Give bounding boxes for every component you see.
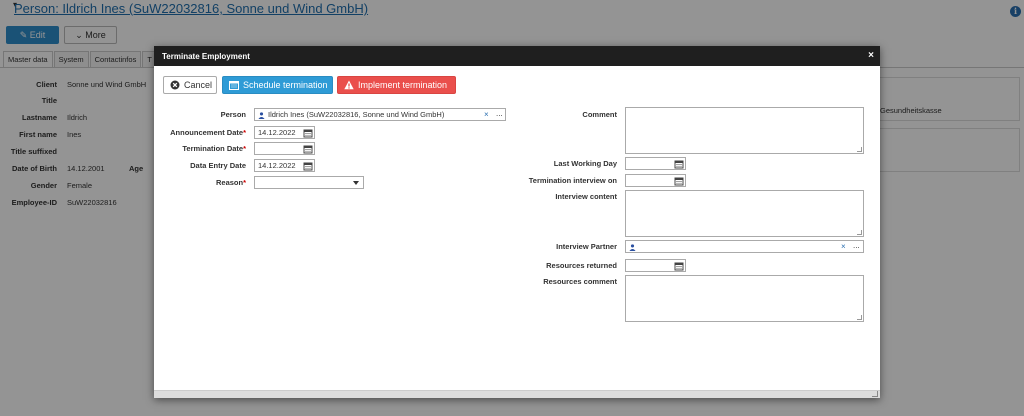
dialog-footer [154,390,880,398]
resources-comment-label: Resources comment [543,277,617,286]
interview-partner-field[interactable]: × ... [625,240,864,253]
cancel-circle-icon [170,80,180,90]
calendar-icon[interactable] [303,128,313,138]
reason-label: Reason* [154,178,246,187]
calendar-icon [229,81,239,90]
interview-content-label: Interview content [555,192,617,201]
calendar-icon[interactable] [303,144,313,154]
data-entry-date-input[interactable]: 14.12.2022 [254,159,315,172]
dialog-header[interactable]: Terminate Employment × [154,46,880,66]
comment-textarea[interactable] [625,107,864,154]
resize-grip-icon[interactable] [872,391,878,397]
schedule-termination-button[interactable]: Schedule termination [222,76,333,94]
interview-content-textarea[interactable] [625,190,864,237]
termination-interview-label: Termination interview on [528,176,617,185]
calendar-icon[interactable] [674,159,684,169]
announcement-date-label-text: Announcement Date [170,128,244,137]
interview-partner-label: Interview Partner [556,242,617,251]
resources-returned-label: Resources returned [546,261,617,270]
calendar-icon[interactable] [303,161,313,171]
termination-interview-input[interactable] [625,174,686,187]
last-working-day-input[interactable] [625,157,686,170]
person-icon [629,243,636,251]
resize-handle-icon[interactable] [857,147,862,152]
warning-icon [344,80,354,90]
cancel-button[interactable]: Cancel [163,76,217,94]
required-marker: * [243,178,246,187]
terminate-employment-dialog: Terminate Employment × Cancel Schedule t… [154,46,880,398]
schedule-termination-label: Schedule termination [243,80,328,90]
chevron-down-icon [353,181,359,185]
calendar-icon[interactable] [674,261,684,271]
person-label: Person [220,110,246,119]
required-marker: * [243,128,246,137]
dialog-title: Terminate Employment [162,52,250,61]
reason-select[interactable] [254,176,364,189]
implement-termination-button[interactable]: Implement termination [337,76,456,94]
announcement-date-input[interactable]: 14.12.2022 [254,126,315,139]
termination-date-input[interactable] [254,142,315,155]
termination-date-label-text: Termination Date [182,144,244,153]
data-entry-date-label: Data Entry Date [190,161,246,170]
cancel-button-label: Cancel [184,80,213,90]
reason-label-text: Reason [215,178,244,187]
announcement-date-value: 14.12.2022 [258,128,296,137]
data-entry-date-value: 14.12.2022 [258,161,296,170]
clear-partner-icon[interactable]: × [841,241,846,252]
resources-returned-input[interactable] [625,259,686,272]
partner-lookup-icon[interactable]: ... [853,240,860,251]
clear-person-icon[interactable]: × [484,109,489,120]
implement-termination-label: Implement termination [358,80,448,90]
announcement-date-label: Announcement Date* [154,128,246,137]
close-icon[interactable]: × [868,50,874,61]
resize-handle-icon[interactable] [857,230,862,235]
calendar-icon[interactable] [674,176,684,186]
termination-date-label: Termination Date* [154,144,246,153]
person-icon [258,111,265,119]
resize-handle-icon[interactable] [857,315,862,320]
resources-comment-textarea[interactable] [625,275,864,322]
required-marker: * [243,144,246,153]
person-value: Ildrich Ines (SuW22032816, Sonne und Win… [268,110,445,119]
last-working-day-label: Last Working Day [553,159,617,168]
comment-label: Comment [582,110,617,119]
person-field[interactable]: Ildrich Ines (SuW22032816, Sonne und Win… [254,108,506,121]
